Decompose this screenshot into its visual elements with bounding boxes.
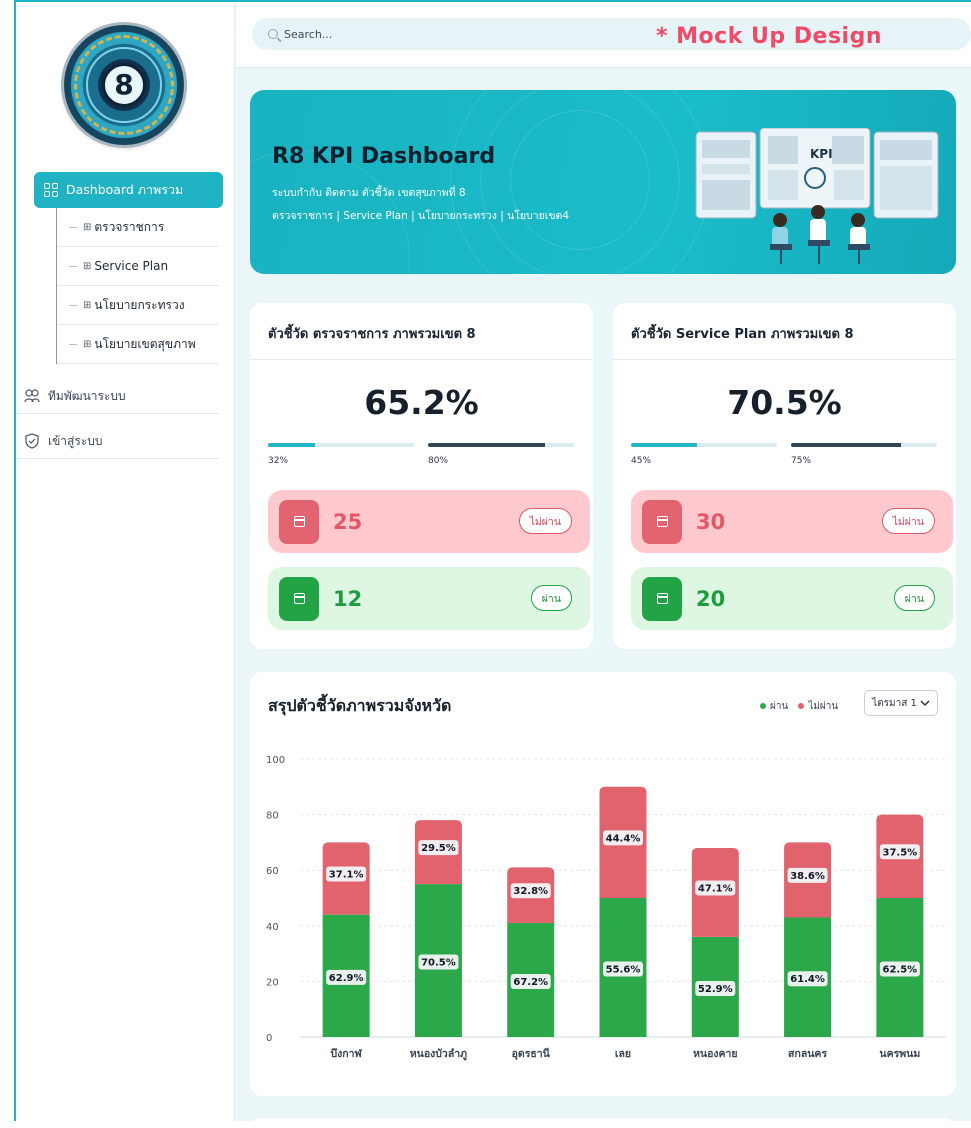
progress-bar-2 bbox=[428, 443, 574, 447]
y-tick-label: 100 bbox=[266, 755, 285, 766]
sidebar-subitem-label: นโยบายกระทรวง bbox=[94, 297, 185, 312]
pass-count: 20 bbox=[696, 586, 726, 611]
progress-bar-2 bbox=[791, 443, 937, 447]
grid-icon bbox=[44, 183, 58, 197]
fail-count: 25 bbox=[333, 509, 363, 534]
sidebar-item-label: เข้าสู่ระบบ bbox=[48, 433, 103, 448]
y-tick-label: 60 bbox=[266, 866, 279, 877]
sidebar-subnav: ⊞ ตรวจราชการ ⊞ Service Plan ⊞ นโยบายกระท… bbox=[56, 208, 219, 364]
x-tick-label: นครพนม bbox=[879, 1048, 920, 1060]
monitoring-illustration-icon: KPI bbox=[695, 128, 939, 264]
grid-icon: ⊞ bbox=[83, 338, 92, 350]
x-tick-label: เลย bbox=[615, 1048, 631, 1060]
sidebar-subitem-label: นโยบายเขตสุขภาพ bbox=[94, 336, 196, 351]
pass-button[interactable]: ผ่าน bbox=[530, 585, 572, 611]
data-label: 55.6% bbox=[606, 965, 641, 976]
sidebar-subitem-ministry-policy[interactable]: ⊞ นโยบายกระทรวง bbox=[57, 286, 219, 325]
progress-bar-1 bbox=[631, 443, 777, 447]
fail-stat: 25 ไม่ผ่าน bbox=[268, 490, 590, 553]
sidebar-item-dashboard[interactable]: Dashboard ภาพรวม bbox=[34, 172, 223, 208]
pass-count: 12 bbox=[333, 586, 363, 611]
search-placeholder: Search... bbox=[284, 27, 333, 41]
pass-button[interactable]: ผ่าน bbox=[893, 585, 935, 611]
x-tick-label: บึงกาฬ bbox=[330, 1048, 362, 1060]
sidebar-item-label: ทีมพัฒนาระบบ bbox=[48, 388, 126, 403]
calendar-icon bbox=[642, 499, 682, 544]
progress-bar-1 bbox=[268, 443, 414, 447]
topbar: Search... * Mock Up Design bbox=[236, 2, 971, 68]
progress-label-2: 80% bbox=[428, 456, 449, 466]
x-tick-label: อุดรธานี bbox=[512, 1047, 551, 1061]
logo-number: 8 bbox=[102, 63, 146, 107]
sidebar-subitem-region-policy[interactable]: ⊞ นโยบายเขตสุขภาพ bbox=[57, 325, 219, 364]
calendar-icon bbox=[279, 576, 319, 621]
data-label: 62.9% bbox=[329, 973, 364, 984]
calendar-icon bbox=[279, 499, 319, 544]
kpi-card-inspection: ตัวชี้วัด ตรวจราชการ ภาพรวมเขต 8 65.2% 3… bbox=[250, 303, 593, 649]
calendar-icon bbox=[642, 576, 682, 621]
pass-stat: 20 ผ่าน bbox=[631, 567, 953, 630]
logo: 8 bbox=[64, 25, 184, 145]
grid-icon: ⊞ bbox=[83, 299, 92, 311]
data-label: 62.5% bbox=[883, 965, 918, 976]
sidebar-subitem-service-plan[interactable]: ⊞ Service Plan bbox=[57, 247, 219, 286]
kpi-card-title: ตัวชี้วัด ตรวจราชการ ภาพรวมเขต 8 bbox=[268, 327, 476, 342]
sidebar: 8 Dashboard ภาพรวม ⊞ ตรวจราชการ ⊞ Servic… bbox=[16, 2, 235, 1121]
province-summary-card: สรุปตัวชี้วัดภาพรวมจังหวัด ผ่าน ไม่ผ่าน … bbox=[250, 672, 956, 1096]
y-tick-label: 0 bbox=[266, 1033, 272, 1044]
users-icon bbox=[24, 389, 40, 403]
shield-check-icon bbox=[25, 433, 39, 449]
progress-label-1: 45% bbox=[631, 456, 652, 466]
mockup-label: * Mock Up Design bbox=[656, 24, 883, 49]
hero-subtitle: ระบบกำกับ ติดตาม ตัวชี้วัด เขตสุขภาพที่ … bbox=[272, 187, 466, 199]
kpi-card-title: ตัวชี้วัด Service Plan ภาพรวมเขต 8 bbox=[631, 327, 854, 342]
sidebar-subitem-label: ตรวจราชการ bbox=[94, 219, 165, 234]
data-label: 47.1% bbox=[698, 883, 733, 894]
y-tick-label: 40 bbox=[266, 922, 279, 933]
sidebar-subitem-inspection[interactable]: ⊞ ตรวจราชการ bbox=[57, 208, 219, 247]
y-tick-label: 80 bbox=[266, 811, 279, 822]
kpi-screen-label: KPI bbox=[810, 147, 833, 161]
data-label: 38.6% bbox=[790, 871, 825, 882]
stacked-bar-chart: 0 20 40 60 80 100 62.9% 37.1% บึงกาฬ 70.5% 29.5% หน… bbox=[266, 755, 946, 1061]
sidebar-item-label: Dashboard ภาพรวม bbox=[66, 182, 184, 197]
progress-label-1: 32% bbox=[268, 456, 289, 466]
sidebar-item-team[interactable]: ทีมพัฒนาระบบ bbox=[16, 379, 219, 414]
pass-stat: 12 ผ่าน bbox=[268, 567, 590, 630]
fail-count: 30 bbox=[696, 509, 726, 534]
data-label: 44.4% bbox=[606, 833, 641, 844]
data-label: 70.5% bbox=[421, 958, 456, 969]
kpi-percent: 65.2% bbox=[364, 383, 479, 422]
kpi-card-service-plan: ตัวชี้วัด Service Plan ภาพรวมเขต 8 70.5%… bbox=[613, 303, 956, 649]
next-card bbox=[250, 1118, 956, 1128]
x-tick-label: หนองบัวลำภู bbox=[410, 1048, 467, 1061]
kpi-percent: 70.5% bbox=[727, 383, 842, 422]
progress-label-2: 75% bbox=[791, 456, 812, 466]
sidebar-subitem-label: Service Plan bbox=[94, 259, 169, 273]
hero-banner: R8 KPI Dashboard ระบบกำกับ ติดตาม ตัวชี้… bbox=[250, 90, 956, 274]
data-label: 37.1% bbox=[329, 870, 364, 881]
data-label: 29.5% bbox=[421, 843, 456, 854]
fail-button[interactable]: ไม่ผ่าน bbox=[518, 508, 572, 534]
y-tick-label: 20 bbox=[266, 977, 279, 988]
data-label: 37.5% bbox=[883, 847, 918, 858]
grid-icon: ⊞ bbox=[83, 260, 92, 272]
grid-icon: ⊞ bbox=[83, 221, 92, 233]
data-label: 67.2% bbox=[513, 977, 548, 988]
search-icon bbox=[268, 29, 278, 39]
sidebar-item-login[interactable]: เข้าสู่ระบบ bbox=[16, 424, 219, 459]
page-title: R8 KPI Dashboard bbox=[272, 144, 496, 169]
data-label: 52.9% bbox=[698, 984, 733, 995]
fail-button[interactable]: ไม่ผ่าน bbox=[881, 508, 935, 534]
fail-stat: 30 ไม่ผ่าน bbox=[631, 490, 953, 553]
x-tick-label: สกลนคร bbox=[788, 1048, 827, 1060]
data-label: 32.8% bbox=[513, 886, 548, 897]
x-tick-label: หนองคาย bbox=[693, 1048, 738, 1060]
data-label: 61.4% bbox=[790, 974, 825, 985]
hero-subtitle-2: ตรวจราชการ | Service Plan | นโยบายกระทรว… bbox=[272, 210, 570, 222]
